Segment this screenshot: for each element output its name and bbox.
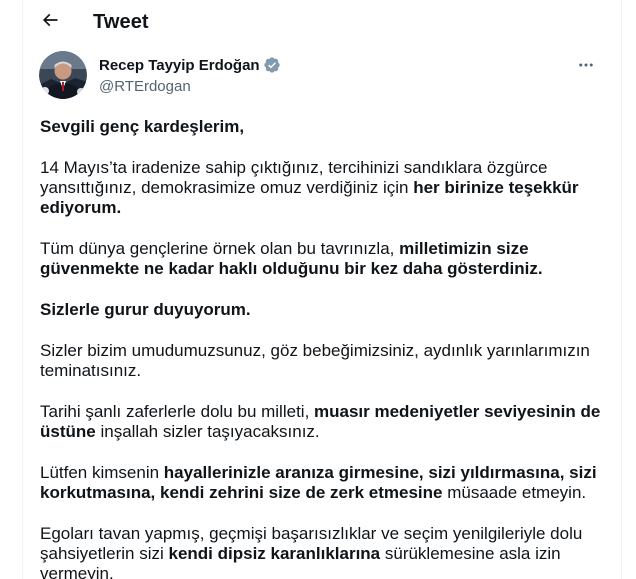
text-segment: Tarihi şanlı zaferlerle dolu bu milleti, bbox=[40, 402, 315, 421]
author-display-name[interactable]: Recep Tayyip Erdoğan bbox=[99, 57, 260, 74]
arrow-left-icon bbox=[40, 10, 60, 35]
back-button[interactable] bbox=[35, 8, 65, 38]
tweet-paragraph: 14 Mayıs’ta iradenize sahip çıktığınız, … bbox=[40, 158, 604, 218]
page-title: Tweet bbox=[93, 11, 149, 33]
tweet-paragraph: Sevgili genç kardeşlerim, bbox=[40, 117, 604, 137]
tweet-paragraph: Egoları tavan yapmış, geçmişi başarısızl… bbox=[40, 524, 604, 579]
tweet-paragraph: Tarihi şanlı zaferlerle dolu bu milleti,… bbox=[40, 402, 604, 442]
bold-text-segment: Sevgili genç kardeşlerim, bbox=[40, 117, 245, 136]
author-handle[interactable]: @RTErdogan bbox=[99, 78, 281, 95]
more-options-button[interactable] bbox=[571, 52, 601, 82]
tweet-paragraph: Sizlerle gurur duyuyorum. bbox=[40, 300, 604, 320]
text-segment: müsaade etmeyin. bbox=[442, 483, 587, 502]
tweet-page: Tweet Recep Tayyip Erdoğan @RTErdogan Se… bbox=[22, 0, 622, 579]
tweet-paragraph: Sizler bizim umudumuzsunuz, göz bebeğimi… bbox=[40, 341, 604, 381]
bold-text-segment: kendi dipsiz karanlıklarına bbox=[168, 544, 381, 563]
tweet-author: Recep Tayyip Erdoğan @RTErdogan bbox=[23, 45, 621, 107]
top-bar: Tweet bbox=[23, 0, 621, 45]
text-segment: Lütfen kimsenin bbox=[40, 463, 164, 482]
more-horizontal-icon bbox=[577, 56, 595, 79]
verified-badge-icon[interactable] bbox=[263, 56, 281, 74]
bold-text-segment: Sizlerle gurur duyuyorum. bbox=[40, 300, 251, 319]
text-segment: inşallah sizler taşıyacaksınız. bbox=[95, 422, 320, 441]
text-segment: Sizler bizim umudumuzsunuz, göz bebeğimi… bbox=[40, 341, 590, 380]
avatar[interactable] bbox=[39, 51, 87, 99]
tweet-paragraph: Lütfen kimsenin hayallerinizle aranıza g… bbox=[40, 463, 604, 503]
text-segment: Tüm dünya gençlerine örnek olan bu tavrı… bbox=[40, 239, 400, 258]
tweet-paragraph: Tüm dünya gençlerine örnek olan bu tavrı… bbox=[40, 239, 604, 279]
tweet-text: Sevgili genç kardeşlerim, 14 Mayıs’ta ir… bbox=[23, 107, 621, 579]
